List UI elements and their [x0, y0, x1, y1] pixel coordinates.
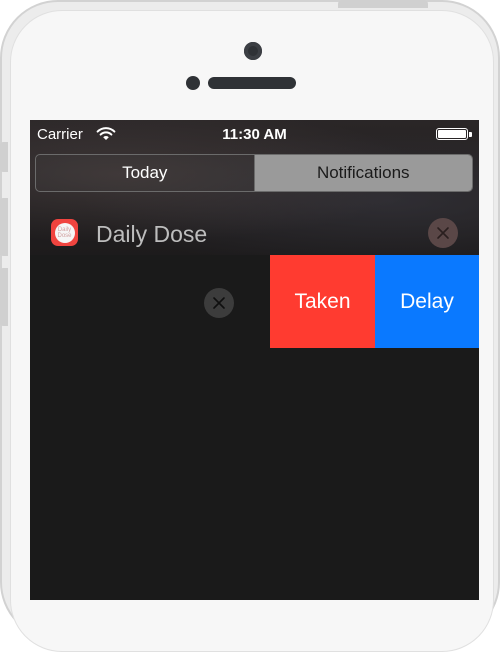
close-icon — [437, 227, 449, 239]
app-icon-label: Daily Dose — [54, 222, 75, 243]
power-button — [338, 0, 428, 8]
clear-notifications-button[interactable] — [428, 218, 458, 248]
notification-header: Daily Dose Daily Dose — [30, 212, 479, 254]
volume-up-button — [0, 198, 8, 256]
dismiss-notification-button[interactable] — [204, 288, 234, 318]
mute-switch — [0, 142, 8, 172]
status-time: 11:30 AM — [222, 126, 287, 143]
status-bar: Carrier 11:30 AM — [30, 120, 479, 148]
battery-icon — [436, 128, 468, 140]
notification-row: Taken Delay — [30, 255, 479, 600]
battery-tip — [469, 132, 472, 137]
battery-level — [438, 130, 466, 138]
volume-down-button — [0, 268, 8, 326]
proximity-sensor — [186, 76, 200, 90]
app-name: Daily Dose — [96, 221, 208, 247]
close-icon — [213, 297, 225, 309]
delay-button[interactable]: Delay — [375, 255, 479, 348]
segmented-control: Today Notifications — [35, 154, 473, 192]
taken-button[interactable]: Taken — [270, 255, 375, 348]
earpiece-speaker — [208, 77, 296, 89]
tab-today[interactable]: Today — [36, 155, 255, 191]
daily-dose-app-icon: Daily Dose — [51, 219, 78, 246]
phone-screen: Carrier 11:30 AM Today Notifications Dai… — [30, 120, 479, 600]
front-camera — [244, 42, 262, 60]
tab-notifications[interactable]: Notifications — [254, 155, 472, 191]
